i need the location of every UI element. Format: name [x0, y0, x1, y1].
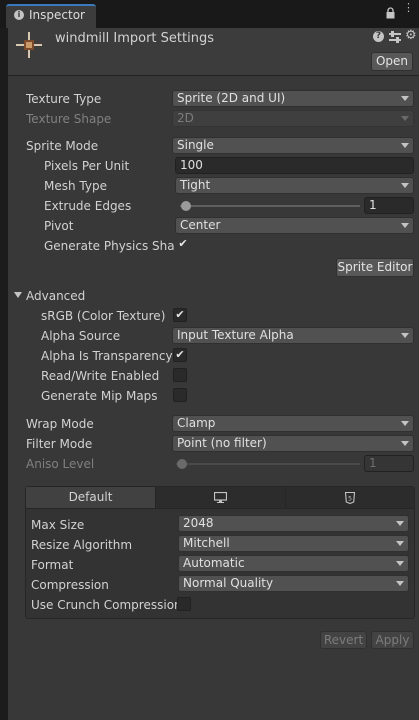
compression-value: Normal Quality [183, 576, 274, 590]
tab-default[interactable]: Default [26, 487, 156, 508]
max-size-value: 2048 [183, 516, 214, 530]
max-size-dropdown[interactable]: 2048 [178, 515, 409, 532]
more-options-icon[interactable]: ⋮ [403, 2, 414, 19]
alpha-source-value: Input Texture Alpha [177, 328, 294, 342]
texture-type-label: Texture Type [26, 92, 102, 106]
filter-mode-label: Filter Mode [26, 437, 93, 451]
svg-text:5: 5 [348, 495, 352, 502]
alpha-is-transparency-label: Alpha Is Transparency [41, 349, 173, 363]
use-crunch-compression-checkbox[interactable] [177, 597, 191, 611]
monitor-icon [213, 491, 228, 503]
texture-thumbnail [16, 32, 42, 58]
resize-algorithm-dropdown[interactable]: Mitchell [178, 535, 409, 552]
mesh-type-label: Mesh Type [44, 179, 107, 193]
page-title: windmill Import Settings [55, 31, 214, 46]
alpha-is-transparency-checkbox[interactable]: ✔ [173, 348, 187, 362]
compression-label: Compression [31, 578, 109, 592]
aniso-slider-handle [177, 459, 187, 469]
resize-algorithm-label: Resize Algorithm [31, 538, 133, 552]
apply-button[interactable]: Apply [371, 631, 414, 649]
sprite-mode-value: Single [177, 138, 214, 152]
tab-divider [26, 508, 414, 509]
advanced-foldout[interactable]: Advanced [26, 288, 85, 304]
texture-shape-label: Texture Shape [26, 112, 112, 126]
pivot-label: Pivot [44, 219, 74, 233]
generate-physics-shape-label: Generate Physics Shap [44, 239, 174, 253]
lock-icon[interactable] [386, 7, 395, 19]
aniso-level-label: Aniso Level [26, 457, 95, 471]
pixels-per-unit-label: Pixels Per Unit [44, 159, 130, 173]
tab-inspector[interactable]: i Inspector [6, 4, 96, 28]
filter-mode-value: Point (no filter) [177, 436, 267, 450]
chevron-down-icon [401, 143, 409, 148]
html5-icon: 5 [344, 491, 356, 504]
aniso-level-field: 1 [364, 455, 414, 472]
chevron-down-icon [401, 116, 409, 121]
generate-mip-maps-checkbox[interactable] [173, 388, 187, 402]
read-write-label: Read/Write Enabled [41, 369, 160, 383]
pivot-dropdown[interactable]: Center [175, 217, 414, 234]
alpha-source-label: Alpha Source [41, 329, 121, 343]
chevron-down-icon [401, 421, 409, 426]
texture-type-value: Sprite (2D and UI) [177, 91, 286, 105]
format-dropdown[interactable]: Automatic [178, 555, 409, 572]
read-write-checkbox[interactable] [173, 368, 187, 382]
chevron-down-icon [396, 541, 404, 546]
revert-button[interactable]: Revert [320, 631, 367, 649]
texture-shape-value: 2D [177, 111, 194, 125]
alpha-source-dropdown[interactable]: Input Texture Alpha [172, 327, 414, 344]
mesh-type-dropdown[interactable]: Tight [175, 177, 414, 194]
use-crunch-compression-label: Use Crunch Compression [31, 598, 182, 612]
extrude-edges-label: Extrude Edges [44, 199, 132, 213]
generate-physics-shape-checkbox[interactable]: ✔ [176, 238, 190, 252]
srgb-checkbox[interactable]: ✔ [173, 308, 187, 322]
srgb-label: sRGB (Color Texture) [41, 309, 166, 323]
tab-inspector-label: Inspector [29, 8, 85, 22]
sprite-mode-label: Sprite Mode [26, 139, 99, 153]
tab-standalone[interactable] [156, 487, 286, 508]
mesh-type-value: Tight [180, 178, 211, 192]
extrude-edges-field[interactable]: 1 [364, 197, 414, 214]
help-icon[interactable]: ? [373, 31, 384, 42]
texture-type-dropdown[interactable]: Sprite (2D and UI) [172, 90, 414, 107]
pivot-value: Center [180, 218, 221, 232]
foldout-arrow-icon[interactable] [14, 292, 22, 298]
info-icon: i [14, 10, 24, 20]
extrude-slider-track[interactable] [180, 205, 360, 207]
chevron-down-icon [396, 561, 404, 566]
wrap-mode-value: Clamp [177, 416, 216, 430]
texture-shape-dropdown: 2D [172, 110, 414, 127]
wrap-mode-label: Wrap Mode [26, 417, 94, 431]
chevron-down-icon [396, 521, 404, 526]
resize-algorithm-value: Mitchell [183, 536, 230, 550]
chevron-down-icon [401, 333, 409, 338]
open-button[interactable]: Open [371, 52, 413, 71]
chevron-down-icon [401, 441, 409, 446]
gear-icon[interactable]: ⚙ [405, 29, 417, 42]
pixels-per-unit-field[interactable]: 100 [175, 157, 414, 174]
max-size-label: Max Size [31, 518, 85, 532]
extrude-slider-handle[interactable] [181, 201, 191, 211]
tab-webgl[interactable]: 5 [286, 487, 414, 508]
compression-dropdown[interactable]: Normal Quality [178, 575, 409, 592]
chevron-down-icon [401, 96, 409, 101]
chevron-down-icon [396, 581, 404, 586]
sprite-mode-dropdown[interactable]: Single [172, 137, 414, 154]
preset-icon[interactable] [388, 31, 402, 43]
generate-mip-maps-label: Generate Mip Maps [41, 389, 158, 403]
aniso-slider-track [176, 463, 360, 465]
format-value: Automatic [183, 556, 245, 570]
chevron-down-icon [401, 223, 409, 228]
filter-mode-dropdown[interactable]: Point (no filter) [172, 435, 414, 452]
wrap-mode-dropdown[interactable]: Clamp [172, 415, 414, 432]
chevron-down-icon [401, 183, 409, 188]
format-label: Format [31, 558, 74, 572]
sprite-editor-button[interactable]: Sprite Editor [336, 258, 414, 277]
